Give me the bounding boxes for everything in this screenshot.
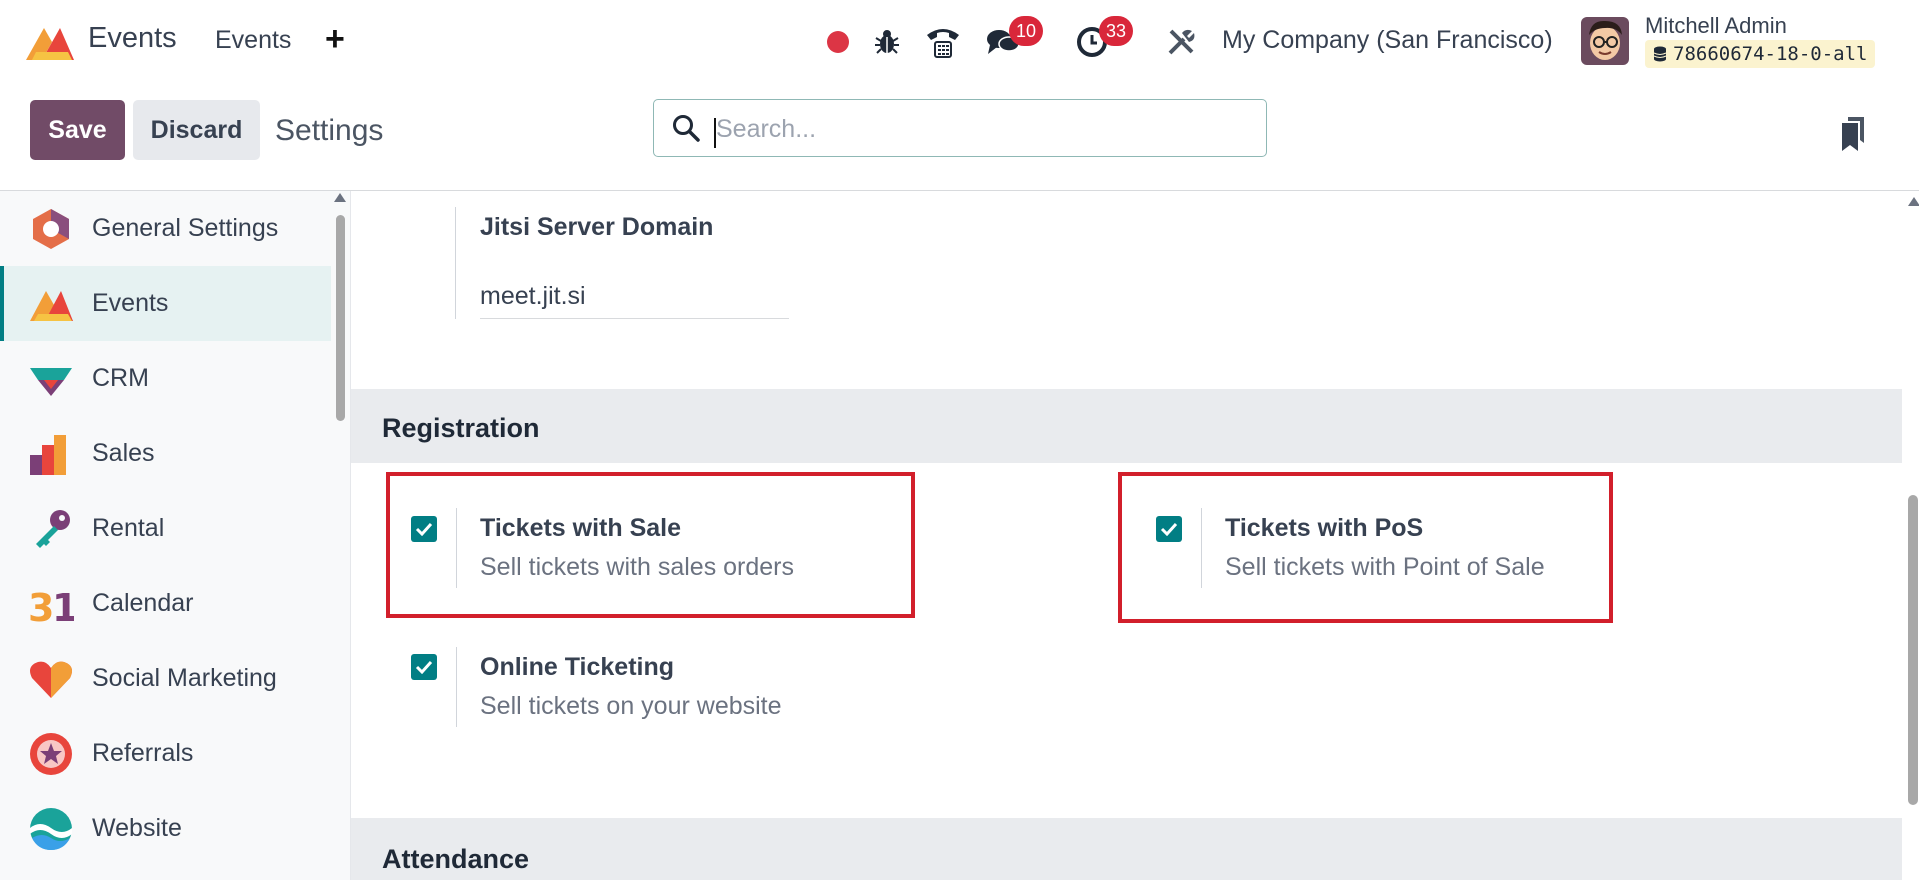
crm-icon <box>30 367 72 396</box>
setting-description: Sell tickets with sales orders <box>480 553 795 581</box>
highlight-box <box>1118 472 1613 623</box>
text-caret <box>714 118 716 148</box>
sales-icon <box>30 434 66 475</box>
events-app-icon[interactable] <box>22 22 76 62</box>
discard-button[interactable]: Discard <box>133 100 260 160</box>
sidebar-scroll-up[interactable] <box>334 193 346 202</box>
setting-title: Tickets with PoS <box>1225 514 1424 542</box>
bookmark-icon[interactable] <box>1840 117 1866 156</box>
setting-title: Tickets with Sale <box>480 514 682 542</box>
setting-title: Online Ticketing <box>480 653 675 681</box>
tools-icon[interactable] <box>1165 22 1197 62</box>
page-title: Settings <box>275 114 384 147</box>
tickets-sale-checkbox[interactable] <box>411 516 437 542</box>
divider <box>456 647 457 727</box>
top-navbar: Events Events + 10 33 My Company (San Fr… <box>0 0 1919 84</box>
sidebar-item-label: Events <box>92 289 169 317</box>
sidebar-item-label: Rental <box>92 514 165 542</box>
jitsi-domain-input[interactable]: meet.jit.si <box>480 282 586 311</box>
website-icon <box>30 807 72 850</box>
database-icon <box>1653 46 1667 62</box>
jitsi-label: Jitsi Server Domain <box>480 213 714 241</box>
record-dot-icon[interactable] <box>825 22 851 62</box>
chat-badge: 10 <box>1009 16 1044 46</box>
sidebar-item-label: General Settings <box>92 214 279 242</box>
sidebar-item-label: Calendar <box>92 589 194 617</box>
referrals-icon <box>30 732 72 775</box>
app-name[interactable]: Events <box>88 22 177 55</box>
sidebar-item-label: Website <box>92 814 182 842</box>
sidebar-item-calendar[interactable]: 3 1 Calendar <box>0 566 331 641</box>
search-icon <box>672 114 700 147</box>
avatar[interactable] <box>1581 17 1629 65</box>
settings-content: Jitsi Server Domain meet.jit.si Registra… <box>351 191 1919 880</box>
sidebar-item-general-settings[interactable]: General Settings <box>0 191 331 266</box>
check-icon <box>1160 522 1178 536</box>
sidebar-item-social-marketing[interactable]: Social Marketing <box>0 641 331 716</box>
database-name: 78660674-18-0-all <box>1673 43 1868 65</box>
section-header-registration: Registration <box>351 389 1902 463</box>
sidebar-item-label: Social Marketing <box>92 664 277 692</box>
search-box[interactable] <box>653 99 1267 157</box>
plus-icon[interactable]: + <box>325 20 345 59</box>
general-settings-icon <box>33 208 69 249</box>
activity-badge: 33 <box>1099 16 1134 46</box>
online-ticketing-checkbox[interactable] <box>411 654 437 680</box>
sidebar-item-website[interactable]: Website <box>0 791 331 866</box>
rental-icon <box>36 509 70 548</box>
company-switcher[interactable]: My Company (San Francisco) <box>1222 26 1553 55</box>
setting-description: Sell tickets on your website <box>480 692 782 720</box>
sidebar-scrollbar[interactable] <box>336 215 345 421</box>
tickets-pos-checkbox[interactable] <box>1156 516 1182 542</box>
check-icon <box>415 522 433 536</box>
svg-text:3: 3 <box>28 586 54 627</box>
divider <box>455 207 456 319</box>
phone-icon[interactable] <box>925 22 961 62</box>
sidebar-item-rental[interactable]: Rental <box>0 491 331 566</box>
calendar-icon: 3 1 <box>28 586 74 627</box>
main-scroll-up[interactable] <box>1908 197 1919 206</box>
search-input[interactable] <box>714 108 1258 150</box>
setting-description: Sell tickets with Point of Sale <box>1225 553 1545 581</box>
section-title: Attendance <box>382 844 530 874</box>
menu-events[interactable]: Events <box>215 26 291 55</box>
database-chip: 78660674-18-0-all <box>1645 40 1876 68</box>
sidebar-item-label: Referrals <box>92 739 194 767</box>
section-header-attendance: Attendance <box>351 818 1902 880</box>
sidebar-item-referrals[interactable]: Referrals <box>0 716 331 791</box>
events-icon <box>30 290 73 321</box>
section-title: Registration <box>382 413 540 443</box>
sidebar-item-label: CRM <box>92 364 149 392</box>
user-name[interactable]: Mitchell Admin <box>1645 13 1787 39</box>
settings-sidebar: General Settings Events CRM Sales Rental… <box>0 191 351 880</box>
social-marketing-icon <box>30 661 72 698</box>
chat-icon[interactable]: 10 <box>985 16 1044 62</box>
sidebar-item-label: Sales <box>92 439 155 467</box>
highlight-box <box>386 472 915 618</box>
check-icon <box>415 660 433 674</box>
control-panel: Save Discard Settings <box>0 84 1919 191</box>
divider <box>1201 508 1202 588</box>
clock-icon[interactable]: 33 <box>1075 16 1134 62</box>
main-scrollbar[interactable] <box>1908 495 1918 805</box>
save-button[interactable]: Save <box>30 100 125 160</box>
sidebar-item-sales[interactable]: Sales <box>0 416 331 491</box>
sidebar-item-crm[interactable]: CRM <box>0 341 331 416</box>
sidebar-item-events[interactable]: Events <box>0 266 331 341</box>
input-underline <box>480 318 789 319</box>
divider <box>456 508 457 588</box>
bug-icon[interactable] <box>873 22 901 62</box>
svg-text:1: 1 <box>52 586 74 627</box>
